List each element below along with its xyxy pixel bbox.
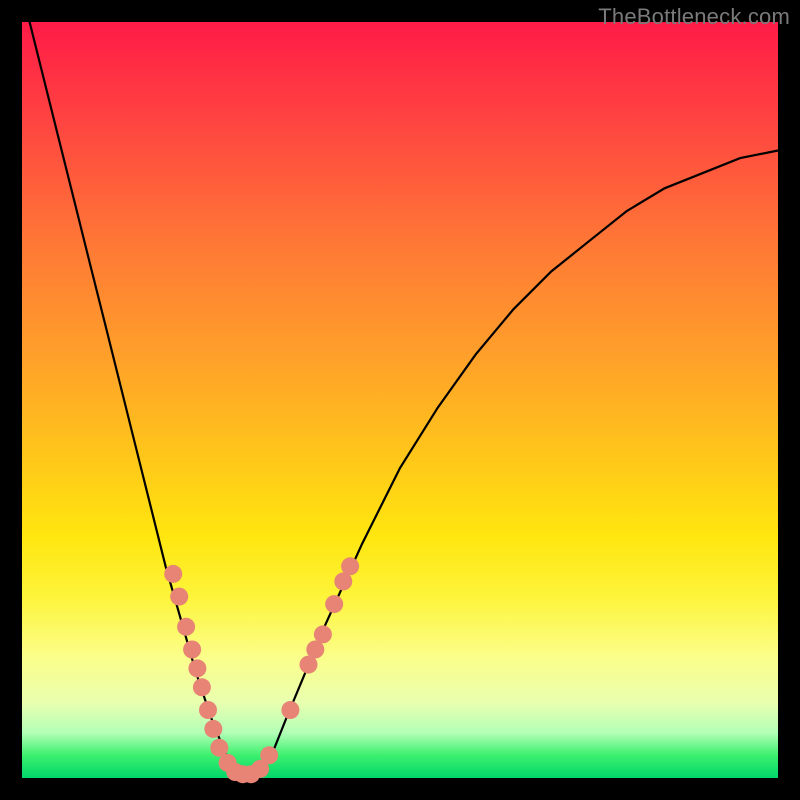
marker-dot bbox=[199, 701, 217, 719]
marker-dots bbox=[164, 557, 359, 783]
marker-dot bbox=[341, 557, 359, 575]
marker-dot bbox=[325, 595, 343, 613]
bottleneck-curve-svg bbox=[22, 22, 778, 778]
marker-dot bbox=[164, 565, 182, 583]
marker-dot bbox=[314, 625, 332, 643]
marker-dot bbox=[204, 720, 222, 738]
chart-gradient-panel bbox=[22, 22, 778, 778]
marker-dot bbox=[188, 659, 206, 677]
bottleneck-curve-path bbox=[30, 22, 778, 774]
marker-dot bbox=[260, 746, 278, 764]
marker-dot bbox=[170, 588, 188, 606]
marker-dot bbox=[177, 618, 195, 636]
marker-dot bbox=[281, 701, 299, 719]
marker-dot bbox=[193, 678, 211, 696]
marker-dot bbox=[183, 641, 201, 659]
watermark-text: TheBottleneck.com bbox=[598, 4, 790, 30]
marker-dot bbox=[210, 739, 228, 757]
